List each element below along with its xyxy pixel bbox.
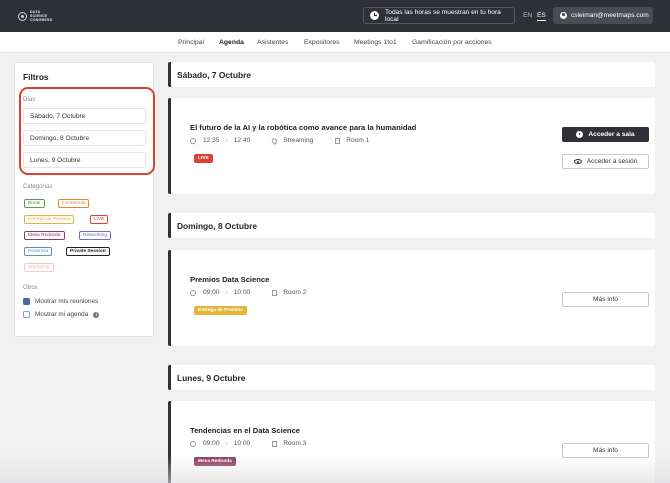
room-icon bbox=[335, 137, 341, 144]
day-filter-domingo[interactable]: Domingo, 8 Octubre bbox=[23, 130, 146, 146]
show-meetings-label: Mostrar mis reuniones bbox=[35, 298, 99, 305]
session-end: 10:00 bbox=[233, 289, 251, 296]
nav-meetings[interactable]: Meetings 1to1 bbox=[354, 39, 397, 46]
session-start: 12:35 bbox=[203, 137, 220, 144]
lang-es-link[interactable]: ES bbox=[537, 12, 546, 21]
enter-session-label: Acceder a sesión bbox=[586, 158, 638, 165]
show-agenda-option[interactable]: Mostrar mi agenda i bbox=[23, 311, 100, 318]
category-tag-private-session[interactable]: Private Session bbox=[66, 247, 110, 256]
timezone-text: Todas las horas se muestran en tu hora l… bbox=[385, 8, 501, 23]
timezone-notice: Todas las horas se muestran en tu hora l… bbox=[363, 7, 515, 24]
category-tag-mesa-redonda[interactable]: Mesa Redonda bbox=[24, 231, 65, 240]
others-label: Otros bbox=[23, 285, 38, 291]
event-logo[interactable]: DATA SCIENCE CONGRESS bbox=[18, 10, 52, 22]
clock-icon bbox=[370, 11, 379, 20]
time-separator: - bbox=[225, 289, 228, 296]
room-icon bbox=[272, 289, 278, 296]
top-bar: DATA SCIENCE CONGRESS Todas las horas se… bbox=[0, 0, 670, 32]
session-meta: 12:35 - 12:40 Streaming Room 1 bbox=[190, 136, 370, 145]
day-heading-domingo: Domingo, 8 Octubre bbox=[168, 213, 655, 238]
enter-room-button[interactable]: Acceder a sala bbox=[562, 127, 649, 142]
show-agenda-checkbox[interactable] bbox=[23, 311, 30, 318]
session-start: 09:00 bbox=[203, 289, 220, 296]
show-meetings-option[interactable]: Mostrar mis reuniones bbox=[23, 298, 98, 305]
category-tag-break[interactable]: Break bbox=[24, 199, 45, 208]
clock-icon bbox=[190, 137, 196, 144]
nav-agenda[interactable]: Agenda bbox=[219, 39, 244, 46]
session-end: 10:00 bbox=[233, 440, 251, 447]
session-room: Room 2 bbox=[283, 289, 307, 296]
time-separator: - bbox=[225, 440, 228, 447]
category-tag-networking[interactable]: Networking bbox=[79, 231, 111, 240]
user-email: csleiman@meetmaps.com bbox=[571, 12, 649, 19]
session-card: Premios Data Science 09:00 - 10:00 Room … bbox=[168, 250, 655, 346]
session-room: Room 1 bbox=[346, 137, 370, 144]
session-card: El futuro de la AI y la robótica como av… bbox=[168, 98, 655, 194]
day-heading-lunes: Lunes, 9 Octubre bbox=[168, 365, 655, 390]
time-separator: - bbox=[225, 137, 228, 144]
session-room: Room.3 bbox=[283, 440, 307, 447]
more-info-button[interactable]: Más info bbox=[562, 443, 649, 458]
day-filter-lunes[interactable]: Lunes, 9 Octubre bbox=[23, 152, 146, 168]
logo-mark-icon bbox=[18, 11, 27, 21]
more-info-button[interactable]: Más info bbox=[562, 292, 649, 307]
session-location: Streaming bbox=[283, 137, 314, 144]
play-icon bbox=[576, 131, 584, 138]
day-heading-sabado: Sábado, 7 Octubre bbox=[168, 62, 655, 87]
session-card: Tendencias en el Data Science 09:00 - 10… bbox=[168, 401, 655, 483]
day-filter-sabado[interactable]: Sábado, 7 Octubre bbox=[23, 108, 146, 124]
category-tag-workshop[interactable]: Workshop bbox=[24, 263, 54, 272]
eye-icon bbox=[573, 159, 582, 164]
clock-icon bbox=[190, 289, 196, 296]
clock-icon bbox=[190, 440, 196, 447]
nav-principal[interactable]: Principal bbox=[178, 39, 204, 46]
category-badge: Mesa Redonda bbox=[194, 457, 236, 466]
session-title[interactable]: Premios Data Science bbox=[190, 275, 269, 284]
category-tag-ceremonia[interactable]: Ceremonia bbox=[58, 199, 90, 208]
user-icon bbox=[560, 12, 567, 19]
category-tag-ponencia[interactable]: Ponencia bbox=[24, 247, 53, 256]
session-meta: 09:00 - 10:00 Room 2 bbox=[190, 289, 306, 296]
enter-session-button[interactable]: Acceder a sesión bbox=[562, 154, 649, 169]
user-menu-button[interactable]: csleiman@meetmaps.com bbox=[553, 7, 653, 24]
room-icon bbox=[272, 440, 278, 447]
category-tag-entrega-premios[interactable]: Entrega de Premios bbox=[24, 215, 75, 224]
nav-expositores[interactable]: Expositores bbox=[304, 39, 340, 46]
category-badge: Entrega de Premios bbox=[194, 306, 248, 315]
categories-label: Categorías bbox=[23, 184, 53, 190]
nav-gamificacion[interactable]: Gamificación por acciones bbox=[412, 39, 492, 46]
main-nav: Principal Agenda Asistentes Expositores … bbox=[0, 32, 670, 53]
show-agenda-label: Mostrar mi agenda bbox=[35, 311, 89, 318]
category-tag-live[interactable]: LIVE bbox=[90, 215, 109, 224]
info-icon[interactable]: i bbox=[93, 311, 100, 318]
days-label: Días bbox=[23, 97, 36, 103]
nav-asistentes[interactable]: Asistentes bbox=[257, 39, 288, 46]
logo-text: DATA SCIENCE CONGRESS bbox=[30, 10, 53, 22]
enter-room-label: Acceder a sala bbox=[588, 131, 635, 138]
session-start: 09:00 bbox=[203, 440, 220, 447]
session-title[interactable]: Tendencias en el Data Science bbox=[190, 426, 300, 435]
filters-sidebar: Filtros Días Sábado, 7 Octubre Domingo, … bbox=[14, 62, 155, 337]
show-meetings-checkbox[interactable] bbox=[23, 298, 30, 305]
session-title[interactable]: El futuro de la AI y la robótica como av… bbox=[190, 123, 416, 132]
session-meta: 09:00 - 10:00 Room.3 bbox=[190, 440, 306, 447]
location-pin-icon bbox=[270, 136, 279, 145]
lang-en-link[interactable]: EN bbox=[523, 12, 532, 19]
status-badge: LIVE bbox=[194, 154, 213, 163]
session-end: 12:40 bbox=[233, 137, 251, 144]
filters-title: Filtros bbox=[23, 72, 49, 82]
